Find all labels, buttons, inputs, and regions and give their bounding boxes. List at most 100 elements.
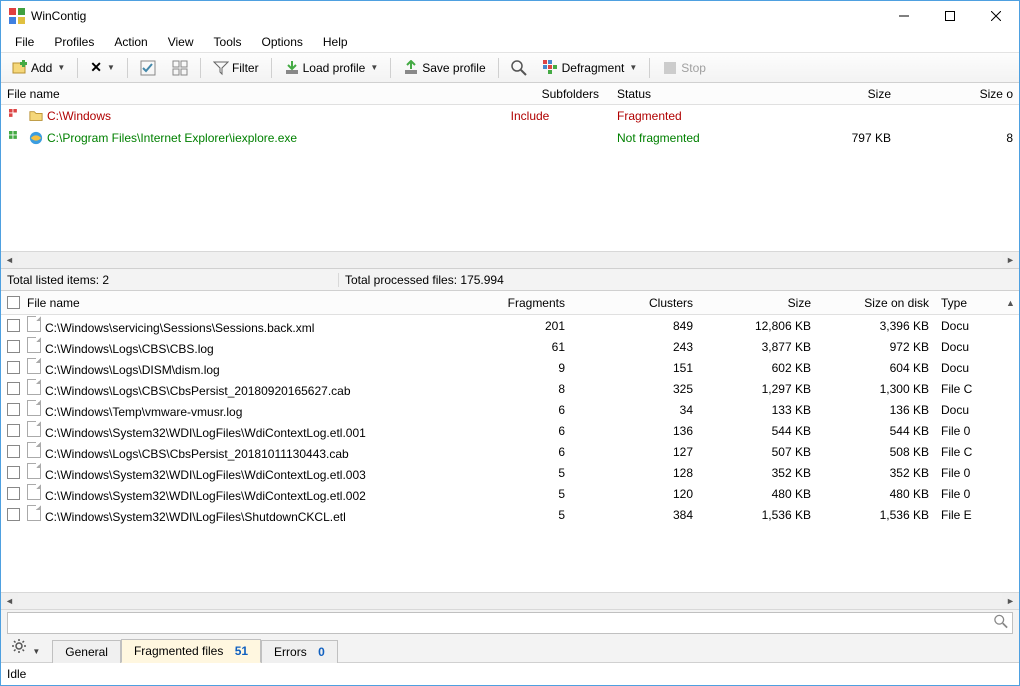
size-value: 507 KB bbox=[701, 445, 819, 459]
file-row[interactable]: C:\Windows\servicing\Sessions\Sessions.b… bbox=[1, 315, 1019, 336]
grid-button[interactable] bbox=[165, 57, 195, 79]
filter-icon bbox=[213, 60, 229, 76]
file-row[interactable]: C:\Windows\Logs\DISM\dism.log9151602 KB6… bbox=[1, 357, 1019, 378]
save-profile-button[interactable]: Save profile bbox=[396, 57, 492, 79]
menu-tools[interactable]: Tools bbox=[204, 33, 252, 51]
status-text: Idle bbox=[7, 667, 26, 681]
file-row[interactable]: C:\Windows\System32\WDI\LogFiles\Shutdow… bbox=[1, 504, 1019, 525]
file-row[interactable]: C:\Windows\Logs\CBS\CbsPersist_201810111… bbox=[1, 441, 1019, 462]
profile-row[interactable]: C:\WindowsIncludeFragmented bbox=[1, 105, 1019, 127]
file-icon bbox=[27, 400, 41, 416]
remove-button[interactable]: ✕ ▼ bbox=[83, 56, 122, 79]
row-checkbox[interactable] bbox=[7, 487, 20, 500]
menu-help[interactable]: Help bbox=[313, 33, 358, 51]
row-checkbox[interactable] bbox=[7, 361, 20, 374]
defragment-button[interactable]: Defragment ▼ bbox=[536, 57, 645, 79]
type-value: File 0 bbox=[937, 487, 1002, 501]
col-filename[interactable]: File name bbox=[25, 296, 461, 310]
row-checkbox[interactable] bbox=[7, 319, 20, 332]
row-checkbox[interactable] bbox=[7, 445, 20, 458]
col-sizeondisk[interactable]: Size on disk bbox=[819, 296, 937, 310]
clusters-value: 34 bbox=[573, 403, 701, 417]
defragment-label: Defragment bbox=[562, 61, 625, 75]
col-type[interactable]: Type bbox=[937, 296, 1002, 310]
row-checkbox[interactable] bbox=[7, 466, 20, 479]
size-value: 1,536 KB bbox=[701, 508, 819, 522]
sizeondisk-value: 972 KB bbox=[819, 340, 937, 354]
file-icon bbox=[27, 316, 41, 332]
load-icon bbox=[284, 60, 300, 76]
files-list: File name Fragments Clusters Size Size o… bbox=[1, 291, 1019, 609]
fragments-value: 6 bbox=[461, 445, 573, 459]
clusters-value: 151 bbox=[573, 361, 701, 375]
settings-button[interactable]: ▼ bbox=[5, 635, 46, 660]
col-filename[interactable]: File name bbox=[1, 87, 461, 101]
stop-button[interactable]: Stop bbox=[655, 57, 713, 79]
scroll-right-icon[interactable]: ► bbox=[1002, 593, 1019, 609]
filename-value: C:\Windows\servicing\Sessions\Sessions.b… bbox=[25, 316, 461, 335]
tab-general[interactable]: General bbox=[52, 640, 121, 663]
maximize-button[interactable] bbox=[927, 1, 973, 31]
sizeondisk-value: 352 KB bbox=[819, 466, 937, 480]
menu-view[interactable]: View bbox=[158, 33, 204, 51]
tab-errors[interactable]: Errors 0 bbox=[261, 640, 338, 663]
load-profile-button[interactable]: Load profile ▼ bbox=[277, 57, 386, 79]
fragments-value: 6 bbox=[461, 424, 573, 438]
total-processed-label: Total processed files: 175.994 bbox=[339, 273, 504, 287]
horizontal-scrollbar[interactable]: ◄ ► bbox=[1, 592, 1019, 609]
sizeondisk-value: 1,300 KB bbox=[819, 382, 937, 396]
filename-value: C:\Windows\System32\WDI\LogFiles\WdiCont… bbox=[25, 484, 461, 503]
file-row[interactable]: C:\Windows\Temp\vmware-vmusr.log634133 K… bbox=[1, 399, 1019, 420]
profile-row[interactable]: C:\Program Files\Internet Explorer\iexpl… bbox=[1, 127, 1019, 149]
horizontal-scrollbar[interactable]: ◄ ► bbox=[1, 251, 1019, 268]
col-fragments[interactable]: Fragments bbox=[461, 296, 573, 310]
menu-profiles[interactable]: Profiles bbox=[44, 33, 104, 51]
add-button[interactable]: Add ▼ bbox=[5, 57, 72, 79]
filename-value: C:\Windows\Logs\CBS\CbsPersist_201809201… bbox=[25, 379, 461, 398]
file-icon bbox=[27, 463, 41, 479]
fragments-value: 61 bbox=[461, 340, 573, 354]
file-row[interactable]: C:\Windows\System32\WDI\LogFiles\WdiCont… bbox=[1, 483, 1019, 504]
search-input[interactable] bbox=[7, 612, 1013, 634]
col-size-o[interactable]: Size o bbox=[899, 87, 1019, 101]
close-button[interactable] bbox=[973, 1, 1019, 31]
size-value: 133 KB bbox=[701, 403, 819, 417]
minimize-button[interactable] bbox=[881, 1, 927, 31]
titlebar: WinContig bbox=[1, 1, 1019, 31]
scroll-left-icon[interactable]: ◄ bbox=[1, 252, 18, 268]
row-checkbox[interactable] bbox=[7, 340, 20, 353]
file-row[interactable]: C:\Windows\System32\WDI\LogFiles\WdiCont… bbox=[1, 420, 1019, 441]
tab-fragmented[interactable]: Fragmented files 51 bbox=[121, 639, 261, 663]
check-button[interactable] bbox=[133, 57, 163, 79]
row-checkbox[interactable] bbox=[7, 508, 20, 521]
load-profile-label: Load profile bbox=[303, 61, 366, 75]
path-link[interactable]: C:\Program Files\Internet Explorer\iexpl… bbox=[47, 131, 297, 145]
col-clusters[interactable]: Clusters bbox=[573, 296, 701, 310]
menu-action[interactable]: Action bbox=[104, 33, 157, 51]
row-checkbox[interactable] bbox=[7, 403, 20, 416]
scroll-right-icon[interactable]: ► bbox=[1002, 252, 1019, 268]
defrag-icon bbox=[543, 60, 559, 76]
chevron-down-icon: ▼ bbox=[32, 647, 40, 656]
analyze-button[interactable] bbox=[504, 57, 534, 79]
file-row[interactable]: C:\Windows\Logs\CBS\CbsPersist_201809201… bbox=[1, 378, 1019, 399]
path-link[interactable]: C:\Windows bbox=[47, 109, 111, 123]
col-size[interactable]: Size bbox=[701, 296, 819, 310]
col-size[interactable]: Size bbox=[789, 87, 899, 101]
col-status[interactable]: Status bbox=[609, 87, 789, 101]
menu-file[interactable]: File bbox=[5, 33, 44, 51]
fragments-value: 6 bbox=[461, 403, 573, 417]
toolbar: Add ▼ ✕ ▼ Filter Load profile ▼ Save p bbox=[1, 53, 1019, 83]
col-checkbox[interactable] bbox=[1, 296, 25, 309]
file-row[interactable]: C:\Windows\System32\WDI\LogFiles\WdiCont… bbox=[1, 462, 1019, 483]
filter-button[interactable]: Filter bbox=[206, 57, 266, 79]
header-checkbox[interactable] bbox=[7, 296, 20, 309]
row-checkbox[interactable] bbox=[7, 424, 20, 437]
col-subfolders[interactable]: Subfolders bbox=[461, 87, 609, 101]
scroll-left-icon[interactable]: ◄ bbox=[1, 593, 18, 609]
row-checkbox[interactable] bbox=[7, 382, 20, 395]
file-row[interactable]: C:\Windows\Logs\CBS\CBS.log612433,877 KB… bbox=[1, 336, 1019, 357]
menu-options[interactable]: Options bbox=[252, 33, 313, 51]
scroll-up-icon[interactable]: ▲ bbox=[1002, 298, 1019, 308]
sizeondisk-value: 544 KB bbox=[819, 424, 937, 438]
